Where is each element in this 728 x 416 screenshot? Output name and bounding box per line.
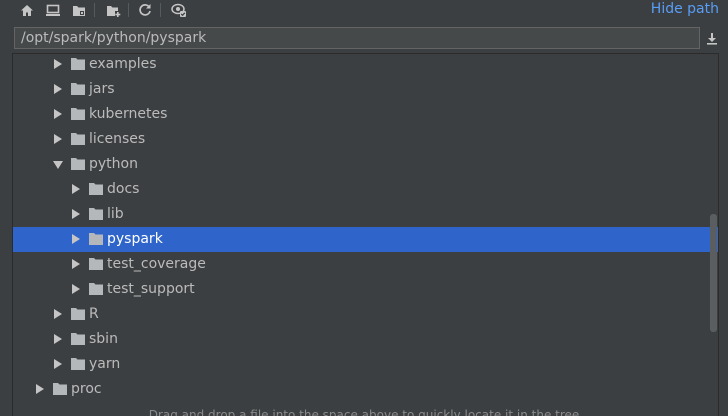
chevron-right-icon[interactable]	[54, 109, 62, 119]
chevron-right-icon[interactable]	[72, 284, 80, 294]
desktop-button[interactable]	[44, 1, 62, 19]
toolbar-separator	[128, 3, 129, 17]
chevron-right-icon[interactable]	[36, 384, 44, 394]
tree-row-pyspark[interactable]: pyspark	[13, 227, 718, 252]
tree-row-label: jars	[89, 81, 115, 97]
home-button[interactable]	[18, 1, 36, 19]
tree-row-label: R	[89, 306, 99, 322]
chevron-right-icon[interactable]	[72, 234, 80, 244]
tree-row-label: examples	[89, 56, 157, 72]
chevron-right-icon[interactable]	[54, 59, 62, 69]
chevron-right-icon[interactable]	[54, 334, 62, 344]
tree-row-label: docs	[107, 181, 140, 197]
folder-icon	[71, 308, 85, 320]
toolbar-separator	[94, 3, 95, 17]
hide-path-link[interactable]: Hide path	[651, 0, 719, 18]
new-folder-button[interactable]	[104, 1, 122, 19]
chevron-right-icon[interactable]	[54, 359, 62, 369]
tree-row-lib[interactable]: lib	[13, 202, 718, 227]
folder-icon	[89, 208, 103, 220]
tree-row-test-coverage[interactable]: test_coverage	[13, 252, 718, 277]
home-icon	[21, 4, 33, 16]
refresh-icon	[139, 4, 151, 16]
tree-row-test-support[interactable]: test_support	[13, 277, 718, 302]
chevron-right-icon[interactable]	[54, 84, 62, 94]
file-chooser-dialog: Hide path examples jars kubernetes licenses…	[0, 0, 728, 416]
project-button[interactable]	[70, 1, 88, 19]
folder-icon	[89, 233, 103, 245]
folder-icon	[89, 183, 103, 195]
folder-icon	[71, 333, 85, 345]
tree-row-yarn[interactable]: yarn	[13, 352, 718, 377]
chevron-right-icon[interactable]	[54, 309, 62, 319]
path-input[interactable]	[14, 27, 700, 49]
folder-icon	[71, 358, 85, 370]
chevron-right-icon[interactable]	[72, 209, 80, 219]
refresh-button[interactable]	[136, 1, 154, 19]
tree-row-label: lib	[107, 206, 124, 222]
tree-row-label: pyspark	[107, 231, 163, 247]
folder-icon	[89, 283, 103, 295]
toolbar: Hide path	[0, 0, 728, 20]
new-folder-icon	[106, 5, 120, 17]
folder-icon	[71, 83, 85, 95]
tree-row-label: licenses	[89, 131, 146, 147]
toolbar-separator	[160, 3, 161, 17]
tree-row-label: yarn	[89, 356, 121, 372]
folder-icon	[89, 258, 103, 270]
download-button[interactable]	[703, 29, 721, 47]
desktop-icon	[46, 4, 60, 16]
tree-row-jars[interactable]: jars	[13, 77, 718, 102]
project-icon	[73, 5, 85, 16]
vertical-scrollbar[interactable]	[710, 214, 717, 332]
chevron-down-icon[interactable]	[53, 161, 63, 169]
tree-row-label: proc	[71, 381, 102, 397]
folder-icon	[71, 158, 85, 170]
file-tree[interactable]: examples jars kubernetes licenses python docs…	[12, 53, 719, 416]
folder-icon	[71, 108, 85, 120]
chevron-right-icon[interactable]	[72, 259, 80, 269]
show-hidden-button[interactable]	[170, 1, 188, 19]
folder-icon	[53, 383, 67, 395]
tree-row-docs[interactable]: docs	[13, 177, 718, 202]
download-icon	[707, 32, 717, 45]
tree-row-label: kubernetes	[89, 106, 168, 122]
chevron-right-icon[interactable]	[54, 134, 62, 144]
tree-row-sbin[interactable]: sbin	[13, 327, 718, 352]
tree-row-label: test_coverage	[107, 256, 206, 272]
tree-row-label: sbin	[89, 331, 118, 347]
tree-row-label: test_support	[107, 281, 195, 297]
tree-row-kubernetes[interactable]: kubernetes	[13, 102, 718, 127]
tree-row-python[interactable]: python	[13, 152, 718, 177]
show-hidden-icon	[171, 3, 186, 17]
tree-row-r[interactable]: R	[13, 302, 718, 327]
drag-drop-hint: Drag and drop a file into the space abov…	[148, 408, 580, 416]
tree-row-proc[interactable]: proc	[13, 377, 718, 402]
tree-row-examples[interactable]: examples	[13, 54, 718, 77]
tree-row-label: python	[89, 156, 138, 172]
folder-icon	[71, 133, 85, 145]
chevron-right-icon[interactable]	[72, 184, 80, 194]
folder-icon	[71, 58, 85, 70]
tree-row-licenses[interactable]: licenses	[13, 127, 718, 152]
